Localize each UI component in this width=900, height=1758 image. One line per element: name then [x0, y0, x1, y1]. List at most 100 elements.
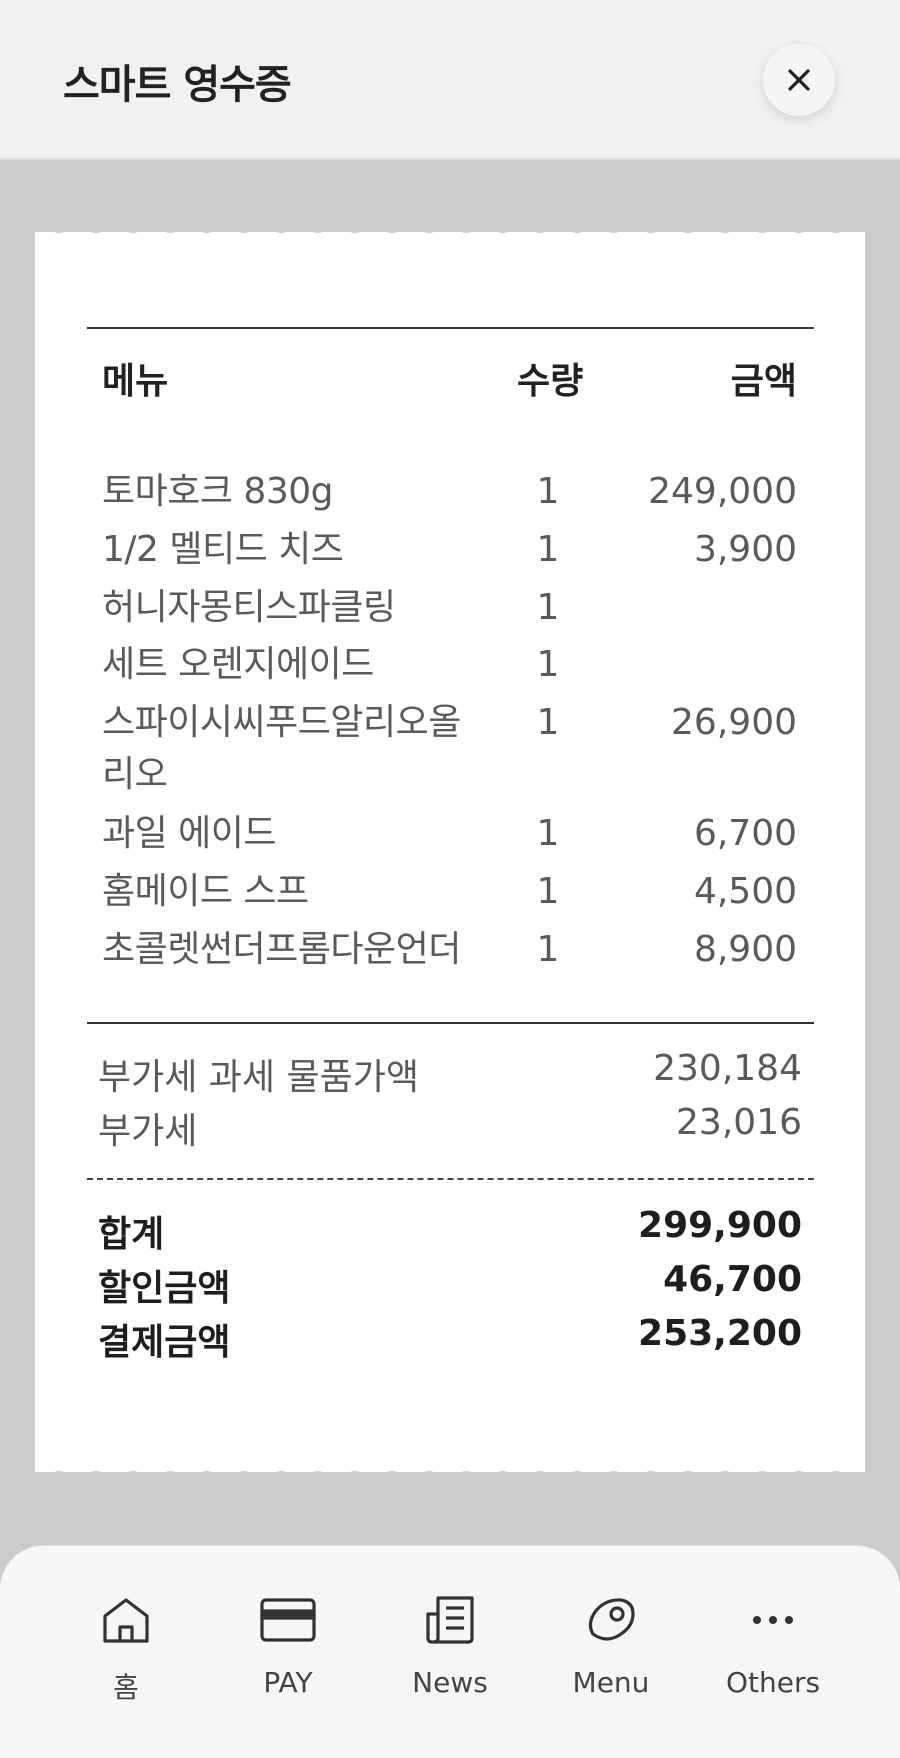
receipt-edge-notch: [83, 1471, 109, 1482]
nav-item-menu[interactable]: Menu: [551, 1592, 671, 1712]
receipt-edge-notch: [675, 220, 701, 233]
items-bottom-rule: [87, 1022, 814, 1024]
payment-amount-value: 253,200: [638, 1313, 802, 1354]
vat-label: 부가세: [98, 1111, 198, 1152]
receipt-edge-notch: [305, 220, 331, 233]
card-icon: [260, 1592, 316, 1648]
receipt-edge-notch: [675, 1471, 701, 1482]
total-label: 합계: [98, 1214, 165, 1255]
payment-amount-label: 결제금액: [98, 1322, 231, 1363]
nav-label: 홈: [113, 1671, 139, 1704]
nav-item-home[interactable]: 홈: [66, 1592, 186, 1712]
receipt-edge-notch: [860, 1471, 865, 1482]
receipt-edge-notch: [305, 1471, 331, 1482]
column-header-amount: 금액: [730, 361, 797, 402]
receipt-edge-notch: [527, 220, 553, 233]
item-amount: 26,900: [671, 702, 797, 743]
receipt-edge-notch: [712, 1471, 738, 1482]
header: 스마트 영수증: [0, 0, 900, 160]
nav-label: Others: [725, 1666, 821, 1699]
receipt-edge-notch: [453, 1471, 479, 1482]
receipt-edge-notch: [601, 220, 627, 233]
receipt-edge-notch: [564, 1471, 590, 1482]
receipt-edge-notch: [638, 1471, 664, 1482]
receipt-edge-notch: [194, 220, 220, 233]
receipt-edge-notch: [638, 220, 664, 233]
more-icon: [745, 1592, 801, 1648]
item-name: 1/2 멜티드 치즈: [102, 529, 344, 570]
nav-label: News: [412, 1666, 488, 1699]
bottom-navigation: 홈 PAY News Menu Others: [0, 1545, 900, 1758]
item-name: 초콜렛썬더프롬다운언더: [102, 929, 461, 970]
receipt-edge-notch: [231, 220, 257, 233]
receipt-edge-notch: [268, 220, 294, 233]
receipt-edge-notch: [712, 220, 738, 233]
home-icon: [98, 1592, 154, 1648]
close-icon: [788, 69, 810, 91]
receipt-edge-notch: [342, 1471, 368, 1482]
receipt-edge-notch: [749, 1471, 775, 1482]
discount-value: 46,700: [663, 1259, 802, 1300]
receipt-edge-notch: [268, 1471, 294, 1482]
receipt-edge-notch: [231, 1471, 257, 1482]
receipt-edge-notch: [46, 220, 72, 233]
nav-label: Menu: [572, 1666, 650, 1699]
discount-label: 할인금액: [98, 1268, 231, 1309]
close-button[interactable]: [763, 44, 835, 116]
column-header-qty: 수량: [517, 361, 584, 402]
receipt-edge-notch: [379, 1471, 405, 1482]
page-title: 스마트 영수증: [63, 62, 292, 108]
receipt-edge-notch: [416, 1471, 442, 1482]
receipt-bottom-edge: [35, 1458, 865, 1482]
receipt-edge-notch: [194, 1471, 220, 1482]
receipt-edge-notch: [564, 220, 590, 233]
taxable-amount-value: 230,184: [653, 1048, 802, 1089]
receipt-edge-notch: [823, 1471, 849, 1482]
receipt-edge-notch: [46, 1471, 72, 1482]
receipt-edge-notch: [342, 220, 368, 233]
vat-value: 23,016: [676, 1102, 802, 1143]
item-amount: 4,500: [693, 871, 797, 912]
receipt-edge-notch: [601, 1471, 627, 1482]
item-name: 세트 오렌지에이드: [102, 644, 374, 685]
column-header-menu: 메뉴: [102, 361, 169, 402]
nav-label: PAY: [263, 1666, 313, 1699]
item-name: 토마호크 830g: [102, 471, 334, 512]
receipt-edge-notch: [120, 220, 146, 233]
receipt-edge-notch: [823, 220, 849, 233]
item-name: 스파이시씨푸드알리오올: [102, 702, 461, 743]
item-amount: 3,900: [693, 529, 797, 570]
receipt-edge-notch: [157, 220, 183, 233]
item-amount: 6,700: [693, 813, 797, 854]
nav-item-others[interactable]: Others: [713, 1592, 833, 1712]
table-top-rule: [87, 327, 814, 329]
news-icon: [422, 1592, 478, 1648]
item-qty: 1: [536, 644, 560, 685]
item-name-continued: 리오: [102, 754, 168, 795]
receipt-edge-notch: [490, 1471, 516, 1482]
item-qty: 1: [536, 587, 560, 628]
receipt-edge-notch: [83, 220, 109, 233]
receipt-edge-notch: [786, 1471, 812, 1482]
taxable-amount-label: 부가세 과세 물품가액: [98, 1057, 419, 1098]
nav-item-news[interactable]: News: [390, 1592, 510, 1712]
item-amount: 249,000: [648, 471, 797, 512]
receipt-edge-notch: [860, 220, 865, 233]
smart-receipt-page: 스마트 영수증 메뉴 수량 금액 토마호크 830g 1 249,000 1/2…: [0, 0, 900, 1758]
total-value: 299,900: [638, 1205, 802, 1246]
receipt-edge-notch: [490, 220, 516, 233]
receipt-edge-notch: [786, 220, 812, 233]
receipt-edge-notch: [416, 220, 442, 233]
receipt-edge-notch: [379, 220, 405, 233]
receipt-edge-notch: [527, 1471, 553, 1482]
receipt-edge-notch: [157, 1471, 183, 1482]
item-name: 과일 에이드: [102, 813, 277, 854]
receipt-edge-notch: [453, 220, 479, 233]
item-amount: 8,900: [693, 929, 797, 970]
nav-item-pay[interactable]: PAY: [228, 1592, 348, 1712]
item-name: 홈메이드 스프: [102, 871, 309, 912]
receipt-edge-notch: [120, 1471, 146, 1482]
receipt-top-edge: [35, 220, 865, 244]
totals-divider: [87, 1178, 814, 1180]
steak-icon: [583, 1592, 639, 1648]
